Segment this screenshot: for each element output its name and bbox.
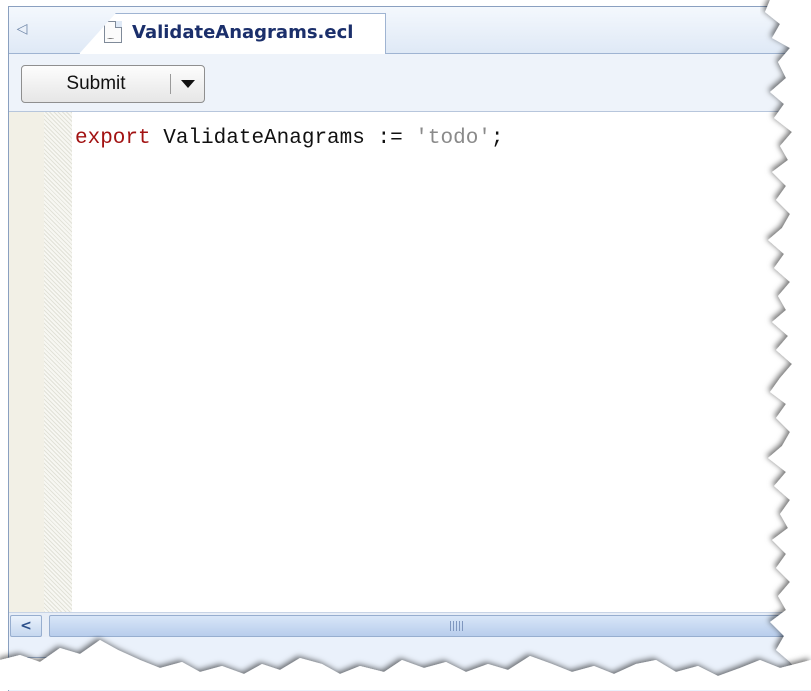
ecl-editor-window: ◁ ValidateAnagrams.ecl Submit export Val… xyxy=(8,6,811,691)
code-identifier: ValidateAnagrams := xyxy=(150,127,416,150)
horizontal-scrollbar[interactable]: < xyxy=(9,612,811,637)
tab-scroll-left-icon[interactable]: ◁ xyxy=(15,21,29,37)
line-number-gutter xyxy=(9,112,44,612)
tab-title: ValidateAnagrams.ecl xyxy=(132,21,354,43)
toolbar: Submit xyxy=(9,54,811,112)
bottom-panel xyxy=(9,637,811,691)
code-terminator: ; xyxy=(490,127,504,150)
submit-button[interactable]: Submit xyxy=(21,65,205,103)
tab-strip: ◁ ValidateAnagrams.ecl xyxy=(9,7,811,54)
code-keyword: export xyxy=(75,127,151,150)
code-line-1[interactable]: export ValidateAnagrams := 'todo'; xyxy=(75,127,504,150)
tab-validateanagrams[interactable]: ValidateAnagrams.ecl xyxy=(79,13,386,54)
fold-margin xyxy=(44,112,72,612)
ecl-file-icon xyxy=(104,21,122,43)
code-string-literal: 'todo' xyxy=(415,127,491,150)
scrollbar-thumb[interactable] xyxy=(49,615,811,637)
scroll-left-arrow-icon[interactable]: < xyxy=(10,615,42,637)
code-editor[interactable]: export ValidateAnagrams := 'todo'; xyxy=(9,112,811,612)
chevron-down-icon[interactable] xyxy=(181,80,195,88)
submit-label: Submit xyxy=(66,73,126,94)
button-divider xyxy=(170,74,171,94)
bottom-tab[interactable] xyxy=(27,657,77,687)
scrollbar-grip-icon xyxy=(450,621,464,631)
